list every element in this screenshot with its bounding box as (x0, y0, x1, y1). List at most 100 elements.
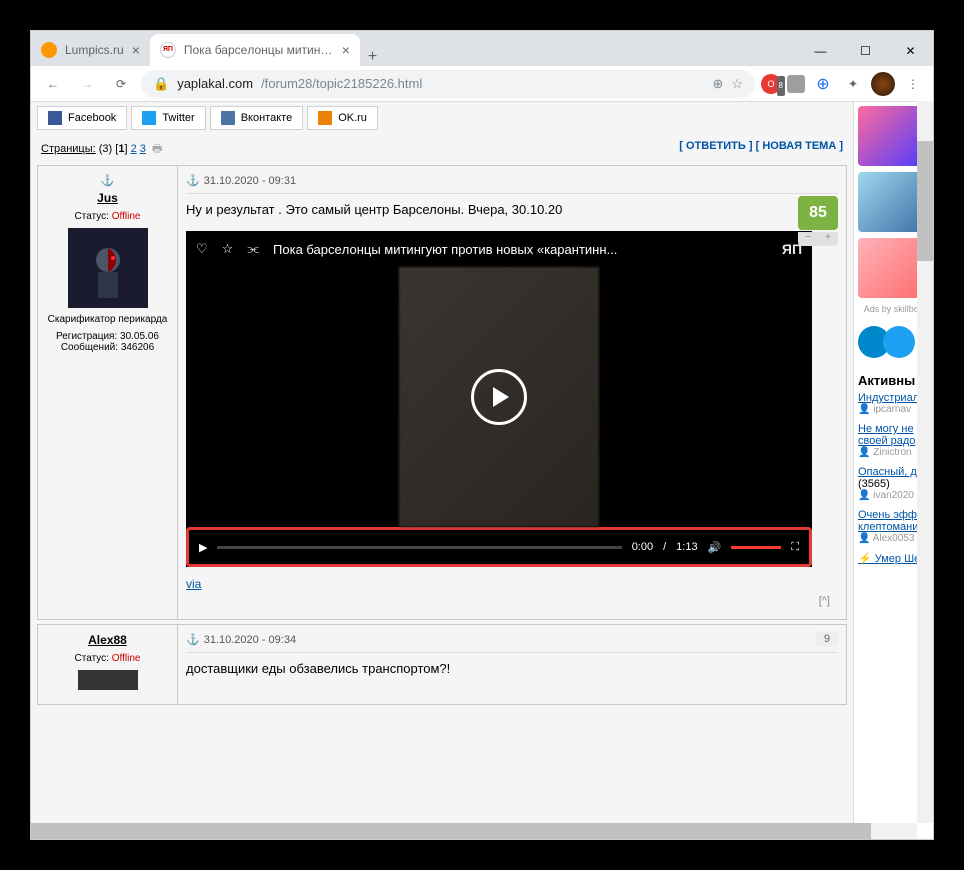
time-separator: / (663, 541, 666, 553)
tab-title: Пока барсeлонцы митингуют п (184, 43, 334, 57)
topic-link[interactable]: Очень эфф (858, 509, 917, 521)
close-icon[interactable]: × (132, 42, 140, 58)
tab-lumpics[interactable]: Lumpics.ru × (31, 34, 150, 66)
globe-extension-icon[interactable]: ⊕ (811, 72, 835, 96)
scrollbar-thumb[interactable] (917, 141, 933, 261)
tab-title: Lumpics.ru (65, 43, 124, 57)
url-domain: yaplakal.com (177, 76, 253, 91)
avatar (68, 228, 148, 308)
volume-slider[interactable] (731, 546, 781, 549)
extension-icon[interactable] (787, 75, 805, 93)
post-footer: [^] (186, 591, 838, 611)
post-meta: ⚓ 31.10.2020 - 09:31 (186, 174, 838, 194)
heart-icon[interactable]: ♡ (196, 241, 208, 257)
page-link-2[interactable]: 2 (131, 143, 137, 155)
user-status: Статус: Offline (46, 653, 169, 664)
opera-extension-icon[interactable]: O8 (761, 74, 781, 94)
new-tab-button[interactable]: + (360, 48, 385, 66)
post-date: 31.10.2020 - 09:34 (204, 634, 296, 646)
profile-avatar[interactable] (871, 72, 895, 96)
url-field[interactable]: 🔒 yaplakal.com/forum28/topic2185226.html… (141, 70, 755, 98)
share-icon[interactable]: ⫘ (247, 241, 259, 257)
minimize-button[interactable]: — (798, 36, 843, 66)
topic-link[interactable]: Не могу не (858, 423, 914, 435)
progress-bar[interactable] (217, 546, 621, 549)
yap-logo: ЯП (782, 241, 802, 257)
close-icon[interactable]: × (342, 42, 350, 58)
time-current: 0:00 (632, 541, 653, 553)
forward-button[interactable]: → (73, 70, 101, 98)
post-date: 31.10.2020 - 09:31 (204, 175, 296, 187)
post-sidebar: Alex88 Статус: Offline (38, 625, 178, 704)
user-messages: Сообщений: 346206 (46, 342, 169, 353)
post-meta: ⚓ 31.10.2020 - 09:34 (186, 633, 838, 653)
rating-controls: −+ (798, 232, 838, 246)
social-icon[interactable] (883, 326, 915, 358)
star-icon[interactable]: ☆ (731, 76, 743, 92)
collapse-icon[interactable]: [^] (819, 595, 830, 607)
topic-link[interactable]: Опасный, д (858, 466, 917, 478)
topic-link[interactable]: Индустриал (858, 392, 919, 404)
tab-favicon (41, 42, 57, 58)
address-bar: ← → ⟳ 🔒 yaplakal.com/forum28/topic218522… (31, 66, 933, 102)
star-icon[interactable]: ☆ (222, 241, 234, 257)
post-rating: 85 (798, 196, 838, 230)
print-icon[interactable]: 🖶 (152, 143, 162, 155)
anchor-icon[interactable]: ⚓ (186, 174, 200, 187)
username-link[interactable]: Alex88 (88, 633, 127, 647)
new-topic-button[interactable]: [ НОВАЯ ТЕМА ] (756, 140, 843, 152)
post-sidebar: ⚓ Jus Статус: Offline Скарификатор перик… (38, 166, 178, 619)
play-icon[interactable]: ▶ (199, 541, 207, 554)
share-facebook[interactable]: Facebook (37, 106, 127, 130)
vertical-scrollbar[interactable] (917, 101, 933, 823)
page-link-3[interactable]: 3 (140, 143, 146, 155)
source-link[interactable]: via (186, 577, 201, 591)
share-ok[interactable]: OK.ru (307, 106, 378, 130)
video-title: Пока барсeлонцы митингуют против новых «… (273, 242, 768, 257)
post-text: доставщики еды обзавелись транспортом?! (186, 661, 838, 676)
user-reg: Регистрация: 30.05.06 (46, 331, 169, 342)
reply-button[interactable]: [ ОТВЕТИТЬ ] (679, 140, 752, 152)
thread-actions: [ ОТВЕТИТЬ ] [ НОВАЯ ТЕМА ] (679, 140, 843, 159)
tab-yaplakal[interactable]: ЯП Пока барсeлонцы митингуют п × (150, 34, 360, 66)
horizontal-scrollbar[interactable] (31, 823, 917, 839)
share-twitter[interactable]: Twitter (131, 106, 205, 130)
topic-link[interactable]: ⚡ Умер Ше (858, 553, 920, 565)
titlebar: Lumpics.ru × ЯП Пока барсeлонцы митингую… (31, 31, 933, 66)
user-role: Скарификатор перикарда (46, 314, 169, 325)
url-path: /forum28/topic2185226.html (261, 76, 422, 91)
fullscreen-icon[interactable]: ⛶ (791, 541, 799, 554)
play-button[interactable] (471, 369, 527, 425)
post-rating: 9 (816, 631, 838, 647)
lock-icon: 🔒 (153, 76, 169, 92)
forum-post: ⚓ Jus Статус: Offline Скарификатор перик… (37, 165, 847, 620)
post-body: ⚓ 31.10.2020 - 09:34 9 доставщики еды об… (178, 625, 846, 704)
scrollbar-thumb[interactable] (31, 823, 871, 839)
play-icon (493, 387, 509, 407)
reload-button[interactable]: ⟳ (107, 70, 135, 98)
volume-icon[interactable]: 🔊 (708, 541, 722, 554)
browser-window: Lumpics.ru × ЯП Пока барсeлонцы митингую… (30, 30, 934, 840)
page-content: Facebook Twitter Вконтакте OK.ru Страниц… (31, 102, 933, 839)
share-bar: Facebook Twitter Вконтакте OK.ru (37, 102, 847, 134)
time-total: 1:13 (676, 541, 697, 553)
anchor-icon[interactable]: ⚓ (186, 633, 200, 646)
pager-row: Страницы: (3) [1] 2 3 🖶 [ ОТВЕТИТЬ ] [ Н… (37, 134, 847, 165)
username-link[interactable]: Jus (97, 191, 118, 205)
post-text: Ну и результат . Это самый центр Барсело… (186, 202, 838, 217)
video-frame[interactable] (186, 267, 812, 527)
rating-plus[interactable]: + (818, 232, 838, 246)
close-button[interactable]: ✕ (888, 36, 933, 66)
translate-icon[interactable]: ⊕ (712, 76, 723, 92)
extensions-button[interactable]: ✦ (841, 72, 865, 96)
anchor-icon: ⚓ (101, 174, 115, 187)
share-vk[interactable]: Вконтакте (210, 106, 303, 130)
video-player: ♡ ☆ ⫘ Пока барсeлонцы митингуют против н… (186, 231, 812, 567)
post-body: ⚓ 31.10.2020 - 09:31 85 −+ Ну и результа… (178, 166, 846, 619)
menu-button[interactable]: ⋮ (901, 72, 925, 96)
main-column: Facebook Twitter Вконтакте OK.ru Страниц… (31, 102, 853, 839)
avatar (78, 670, 138, 690)
video-header: ♡ ☆ ⫘ Пока барсeлонцы митингуют против н… (186, 231, 812, 267)
maximize-button[interactable]: ☐ (843, 36, 888, 66)
back-button[interactable]: ← (39, 70, 67, 98)
